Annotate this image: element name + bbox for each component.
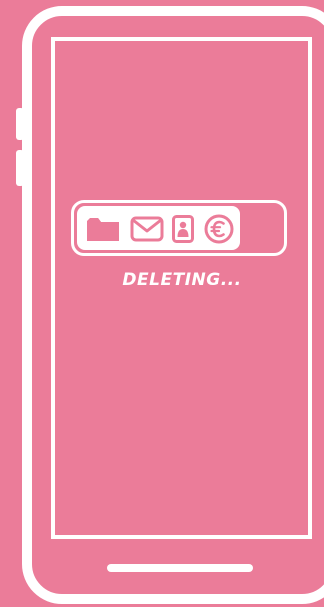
home-indicator — [107, 564, 253, 572]
mail-icon — [130, 216, 164, 242]
status-label: DELETING... — [122, 270, 242, 290]
folder-icon — [87, 218, 119, 241]
euro-icon — [204, 214, 234, 244]
illustration: DELETING... — [0, 0, 324, 607]
file-icons — [86, 212, 234, 246]
contact-icon — [172, 215, 194, 243]
